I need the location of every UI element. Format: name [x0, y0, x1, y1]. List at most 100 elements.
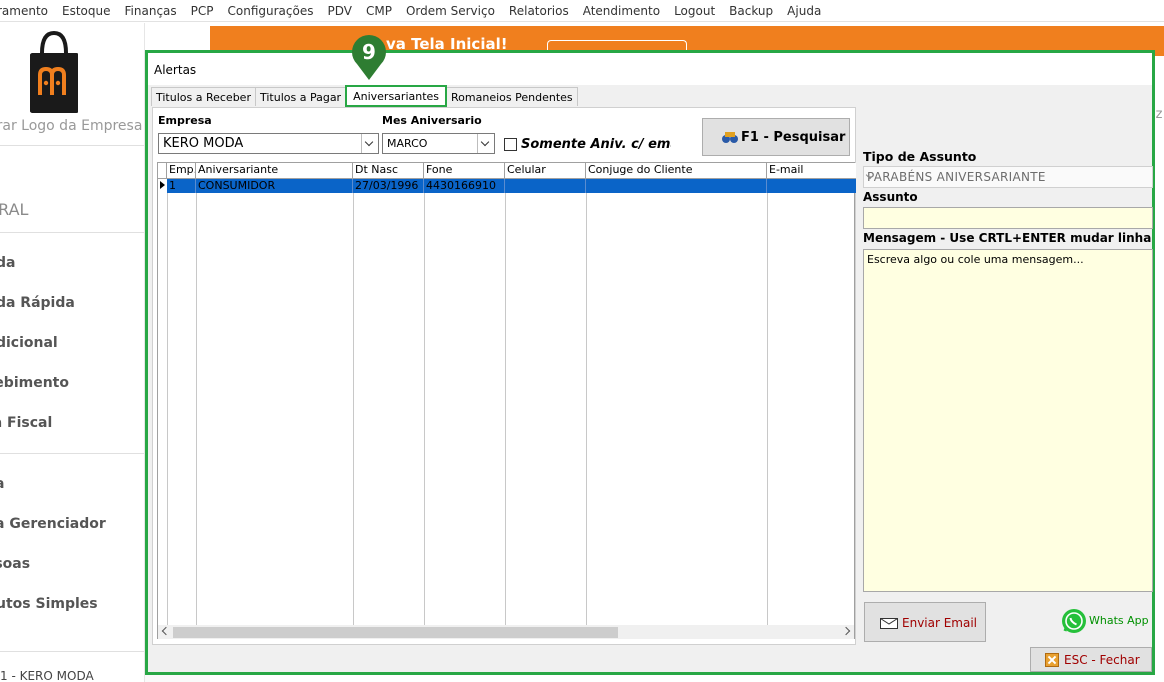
screen: ramento Estoque Finanças PCP Configuraçõ… — [0, 0, 1164, 682]
step-marker-number: 9 — [362, 40, 376, 64]
mes-select[interactable]: MARCO — [382, 133, 495, 154]
column-header-emp[interactable]: Emp. — [167, 163, 196, 179]
scroll-left-icon[interactable] — [161, 626, 171, 636]
tab-aniversariantes[interactable]: Aniversariantes — [345, 85, 448, 107]
menu-item-backup[interactable]: Backup — [722, 4, 780, 18]
cell-celular[interactable] — [505, 179, 586, 193]
current-row-indicator-icon — [158, 179, 167, 193]
tipo-assunto-select[interactable]: PARABÉNS ANIVERSARIANTE — [863, 166, 1153, 188]
menu-item-cmp[interactable]: CMP — [359, 4, 399, 18]
grid-corner — [158, 163, 167, 179]
assunto-input[interactable] — [863, 207, 1153, 229]
whatsapp-icon — [1062, 609, 1086, 633]
tab-titulos-a-pagar[interactable]: Titulos a Pagar — [254, 87, 347, 106]
search-button-label: F1 - Pesquisar — [741, 130, 846, 145]
sidebar-item-condicional[interactable]: ndicional — [0, 335, 58, 351]
menu-item-cadastro[interactable]: ramento — [0, 4, 55, 18]
sidebar-divider — [0, 651, 144, 652]
sidebar-footer-company: 1 - KERO MODA — [0, 669, 94, 682]
sidebar-item-produtos-simples[interactable]: dutos Simples — [0, 596, 98, 612]
send-email-button[interactable]: Enviar Email — [864, 602, 986, 642]
sidebar-divider — [0, 145, 144, 146]
only-email-checkbox[interactable] — [504, 138, 517, 151]
column-header-dt-nasc[interactable]: Dt Nasc — [353, 163, 424, 179]
menu-item-ordem-servico[interactable]: Ordem Serviço — [399, 4, 502, 18]
cell-aniversariante[interactable]: CONSUMIDOR — [196, 179, 353, 193]
only-email-label[interactable]: Somente Aniv. c/ email — [521, 137, 671, 152]
cell-emp[interactable]: 1 — [167, 179, 196, 193]
search-button[interactable]: F1 - Pesquisar — [702, 118, 850, 156]
whatsapp-button[interactable]: Whats App — [1061, 608, 1151, 636]
horizontal-scrollbar[interactable] — [158, 625, 854, 639]
table-row[interactable]: 1 CONSUMIDOR 27/03/1996 4430166910 — [167, 179, 856, 193]
column-header-aniversariante[interactable]: Aniversariante — [196, 163, 353, 179]
window-title: Alertas — [154, 63, 197, 77]
alertas-window: Alertas Titulos a Receber Titulos a Paga… — [145, 50, 1155, 675]
scrollbar-thumb[interactable] — [173, 627, 618, 638]
close-button-label: ESC - Fechar — [1064, 653, 1140, 667]
empresa-select[interactable]: KERO MODA — [158, 133, 379, 154]
cell-conjuge[interactable] — [586, 179, 767, 193]
tab-strip: Titulos a Receber Titulos a Pagar Aniver… — [151, 85, 578, 107]
mensagem-placeholder: Escreva algo ou cole uma mensagem... — [867, 253, 1084, 266]
column-header-conjuge[interactable]: Conjuge do Cliente — [586, 163, 767, 179]
close-button[interactable]: ESC - Fechar — [1030, 647, 1152, 672]
message-panel: Tipo de Assunto PARABÉNS ANIVERSARIANTE … — [860, 87, 1153, 645]
menu-item-logout[interactable]: Logout — [667, 4, 722, 18]
mes-value: MARCO — [387, 137, 428, 150]
sidebar-section-title: ERAL — [0, 200, 29, 219]
grid-line — [424, 193, 425, 625]
mes-label: Mes Aniversario — [382, 114, 482, 127]
birthday-grid: Emp. Aniversariante Dt Nasc Fone Celular… — [157, 162, 856, 639]
empresa-label: Empresa — [158, 114, 212, 127]
sidebar-item-venda-rapida[interactable]: nda Rápida — [0, 295, 75, 311]
sidebar: erar Logo da Empresa ERAL nda nda Rápida… — [0, 23, 145, 682]
tab-titulos-a-receber[interactable]: Titulos a Receber — [151, 87, 256, 106]
scroll-right-icon[interactable] — [841, 626, 851, 636]
menu-item-configuracoes[interactable]: Configurações — [221, 4, 321, 18]
tipo-assunto-value: PARABÉNS ANIVERSARIANTE — [867, 170, 1046, 184]
grid-header: Emp. Aniversariante Dt Nasc Fone Celular… — [158, 163, 856, 179]
logo-caption[interactable]: erar Logo da Empresa — [0, 118, 142, 134]
column-header-email[interactable]: E-mail — [767, 163, 856, 179]
whatsapp-label: Whats App — [1089, 614, 1149, 627]
menu-bar: ramento Estoque Finanças PCP Configuraçõ… — [0, 0, 1164, 22]
chevron-down-icon[interactable] — [477, 134, 494, 153]
empresa-value: KERO MODA — [163, 136, 244, 151]
grid-line — [167, 193, 168, 625]
chevron-down-icon[interactable] — [361, 134, 378, 153]
close-icon — [1045, 653, 1059, 667]
menu-item-ajuda[interactable]: Ajuda — [780, 4, 828, 18]
menu-item-relatorios[interactable]: Relatorios — [502, 4, 576, 18]
grid-line — [767, 193, 768, 625]
cell-fone[interactable]: 4430166910 — [424, 179, 505, 193]
menu-item-pcp[interactable]: PCP — [184, 4, 221, 18]
sidebar-item-recebimento[interactable]: cebimento — [0, 375, 69, 391]
sidebar-item-caixa-gerenciador[interactable]: xa Gerenciador — [0, 516, 106, 532]
sidebar-item-pessoas[interactable]: ssoas — [0, 556, 30, 572]
sidebar-item-venda[interactable]: nda — [0, 255, 15, 271]
menu-item-estoque[interactable]: Estoque — [55, 4, 118, 18]
shopping-bag-logo-icon — [30, 31, 78, 113]
menu-item-financas[interactable]: Finanças — [118, 4, 184, 18]
grid-line — [586, 193, 587, 625]
cell-email[interactable] — [767, 179, 856, 193]
step-marker-pin-icon: 9 — [352, 34, 386, 80]
menu-item-atendimento[interactable]: Atendimento — [576, 4, 667, 18]
mensagem-textarea[interactable]: Escreva algo ou cole uma mensagem... — [863, 249, 1153, 592]
assunto-label: Assunto — [863, 190, 918, 204]
column-header-celular[interactable]: Celular — [505, 163, 586, 179]
birthday-panel: Empresa KERO MODA Mes Aniversario MARCO … — [152, 107, 856, 645]
sidebar-item-caixa[interactable]: xa — [0, 476, 4, 492]
envelope-icon — [880, 618, 898, 629]
window-titlebar: Alertas — [148, 53, 1152, 85]
grid-line — [353, 193, 354, 625]
menu-item-pdv[interactable]: PDV — [320, 4, 358, 18]
sidebar-item-nota-fiscal[interactable]: ta Fiscal — [0, 415, 52, 431]
tab-romaneios-pendentes[interactable]: Romaneios Pendentes — [446, 87, 578, 106]
send-email-label: Enviar Email — [902, 616, 978, 630]
column-header-fone[interactable]: Fone — [424, 163, 505, 179]
cell-dt-nasc[interactable]: 27/03/1996 — [353, 179, 424, 193]
binoculars-icon — [722, 132, 738, 143]
grid-line — [196, 193, 197, 625]
